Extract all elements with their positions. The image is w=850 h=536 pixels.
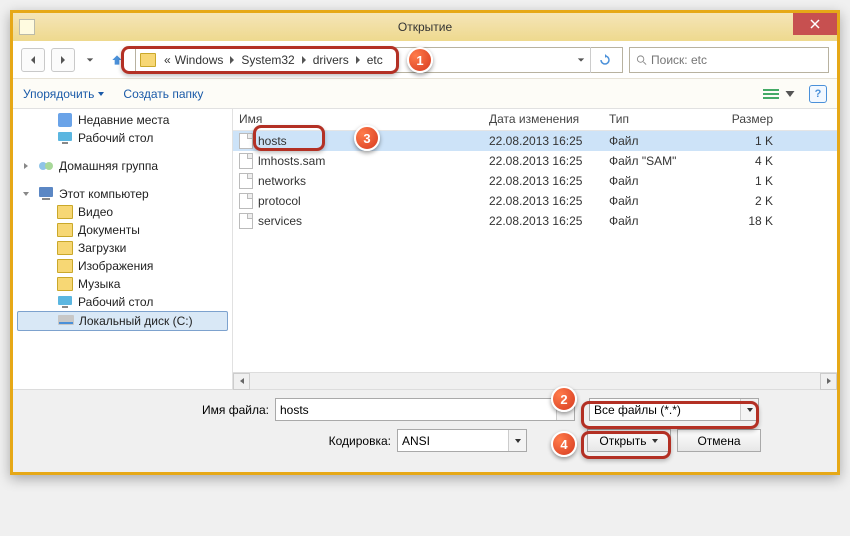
- col-date[interactable]: Дата изменения: [483, 109, 603, 130]
- bottom-panel: Имя файла: hosts Все файлы (*.*) Кодиров…: [13, 389, 837, 472]
- file-icon: [239, 213, 253, 229]
- file-icon: [239, 173, 253, 189]
- tree-music[interactable]: Музыка: [17, 275, 228, 293]
- help-button[interactable]: ?: [809, 85, 827, 103]
- chevron-down-icon[interactable]: [508, 430, 526, 451]
- annotation-badge-2: 2: [551, 386, 577, 412]
- tree-desktop2[interactable]: Рабочий стол: [17, 293, 228, 311]
- filetype-select[interactable]: Все файлы (*.*): [589, 398, 759, 421]
- cancel-button[interactable]: Отмена: [677, 429, 761, 452]
- file-icon: [239, 193, 253, 209]
- dialog-body: Недавние места Рабочий стол Домашняя гру…: [13, 109, 837, 389]
- filename-label: Имя файла:: [25, 403, 275, 417]
- notepad-icon: [19, 19, 35, 35]
- file-list: Имя Дата изменения Тип Размер hosts 22.0…: [233, 109, 837, 389]
- col-size[interactable]: Размер: [713, 109, 779, 130]
- file-row[interactable]: networks 22.08.2013 16:25 Файл 1 K: [233, 171, 837, 191]
- tree-this-pc[interactable]: Этот компьютер: [17, 185, 228, 203]
- search-input[interactable]: [651, 53, 822, 67]
- file-row[interactable]: lmhosts.sam 22.08.2013 16:25 Файл "SAM" …: [233, 151, 837, 171]
- file-row[interactable]: hosts 22.08.2013 16:25 Файл 1 K: [233, 131, 837, 151]
- close-button[interactable]: [793, 13, 837, 35]
- search-box[interactable]: [629, 47, 829, 73]
- tree-desktop[interactable]: Рабочий стол: [17, 129, 228, 147]
- col-type[interactable]: Тип: [603, 109, 713, 130]
- annotation-badge-3: 3: [354, 125, 380, 151]
- open-dialog: Открытие « Windows System32 drivers etc: [10, 10, 840, 475]
- recent-locations-button[interactable]: [81, 56, 99, 64]
- h-scrollbar[interactable]: [233, 372, 837, 389]
- scroll-right[interactable]: [820, 373, 837, 390]
- annotation-badge-1: 1: [407, 47, 433, 73]
- tree-videos[interactable]: Видео: [17, 203, 228, 221]
- breadcrumb[interactable]: « Windows System32 drivers etc: [162, 53, 385, 67]
- toolbar: Упорядочить Создать папку ?: [13, 79, 837, 109]
- file-row[interactable]: protocol 22.08.2013 16:25 Файл 2 K: [233, 191, 837, 211]
- address-bar[interactable]: « Windows System32 drivers etc: [135, 47, 623, 73]
- nav-tree[interactable]: Недавние места Рабочий стол Домашняя гру…: [13, 109, 233, 389]
- tree-documents[interactable]: Документы: [17, 221, 228, 239]
- tree-pictures[interactable]: Изображения: [17, 257, 228, 275]
- titlebar: Открытие: [13, 13, 837, 41]
- file-row[interactable]: services 22.08.2013 16:25 Файл 18 K: [233, 211, 837, 231]
- up-button[interactable]: [105, 48, 129, 72]
- encoding-label: Кодировка:: [25, 434, 397, 448]
- organize-menu[interactable]: Упорядочить: [23, 87, 105, 101]
- column-headers[interactable]: Имя Дата изменения Тип Размер: [233, 109, 837, 131]
- file-icon: [239, 153, 253, 169]
- open-button[interactable]: Открыть: [587, 429, 671, 452]
- scroll-left[interactable]: [233, 373, 250, 390]
- search-icon: [636, 54, 647, 66]
- tree-downloads[interactable]: Загрузки: [17, 239, 228, 257]
- tree-homegroup[interactable]: Домашняя группа: [17, 157, 228, 175]
- chevron-down-icon[interactable]: [740, 399, 758, 420]
- new-folder-button[interactable]: Создать папку: [123, 87, 203, 101]
- dialog-title: Открытие: [398, 20, 452, 34]
- refresh-button[interactable]: [590, 47, 618, 73]
- file-rows[interactable]: hosts 22.08.2013 16:25 Файл 1 K lmhosts.…: [233, 131, 837, 372]
- address-dropdown[interactable]: [572, 48, 590, 72]
- tree-local-disk[interactable]: Локальный диск (C:): [17, 311, 228, 331]
- filename-input[interactable]: hosts: [275, 398, 575, 421]
- view-options[interactable]: [758, 85, 803, 103]
- file-icon: [239, 133, 253, 149]
- tree-recent[interactable]: Недавние места: [17, 111, 228, 129]
- annotation-badge-4: 4: [551, 431, 577, 457]
- back-button[interactable]: [21, 48, 45, 72]
- forward-button[interactable]: [51, 48, 75, 72]
- close-icon: [810, 19, 820, 29]
- encoding-select[interactable]: ANSI: [397, 429, 527, 452]
- folder-icon: [140, 53, 156, 67]
